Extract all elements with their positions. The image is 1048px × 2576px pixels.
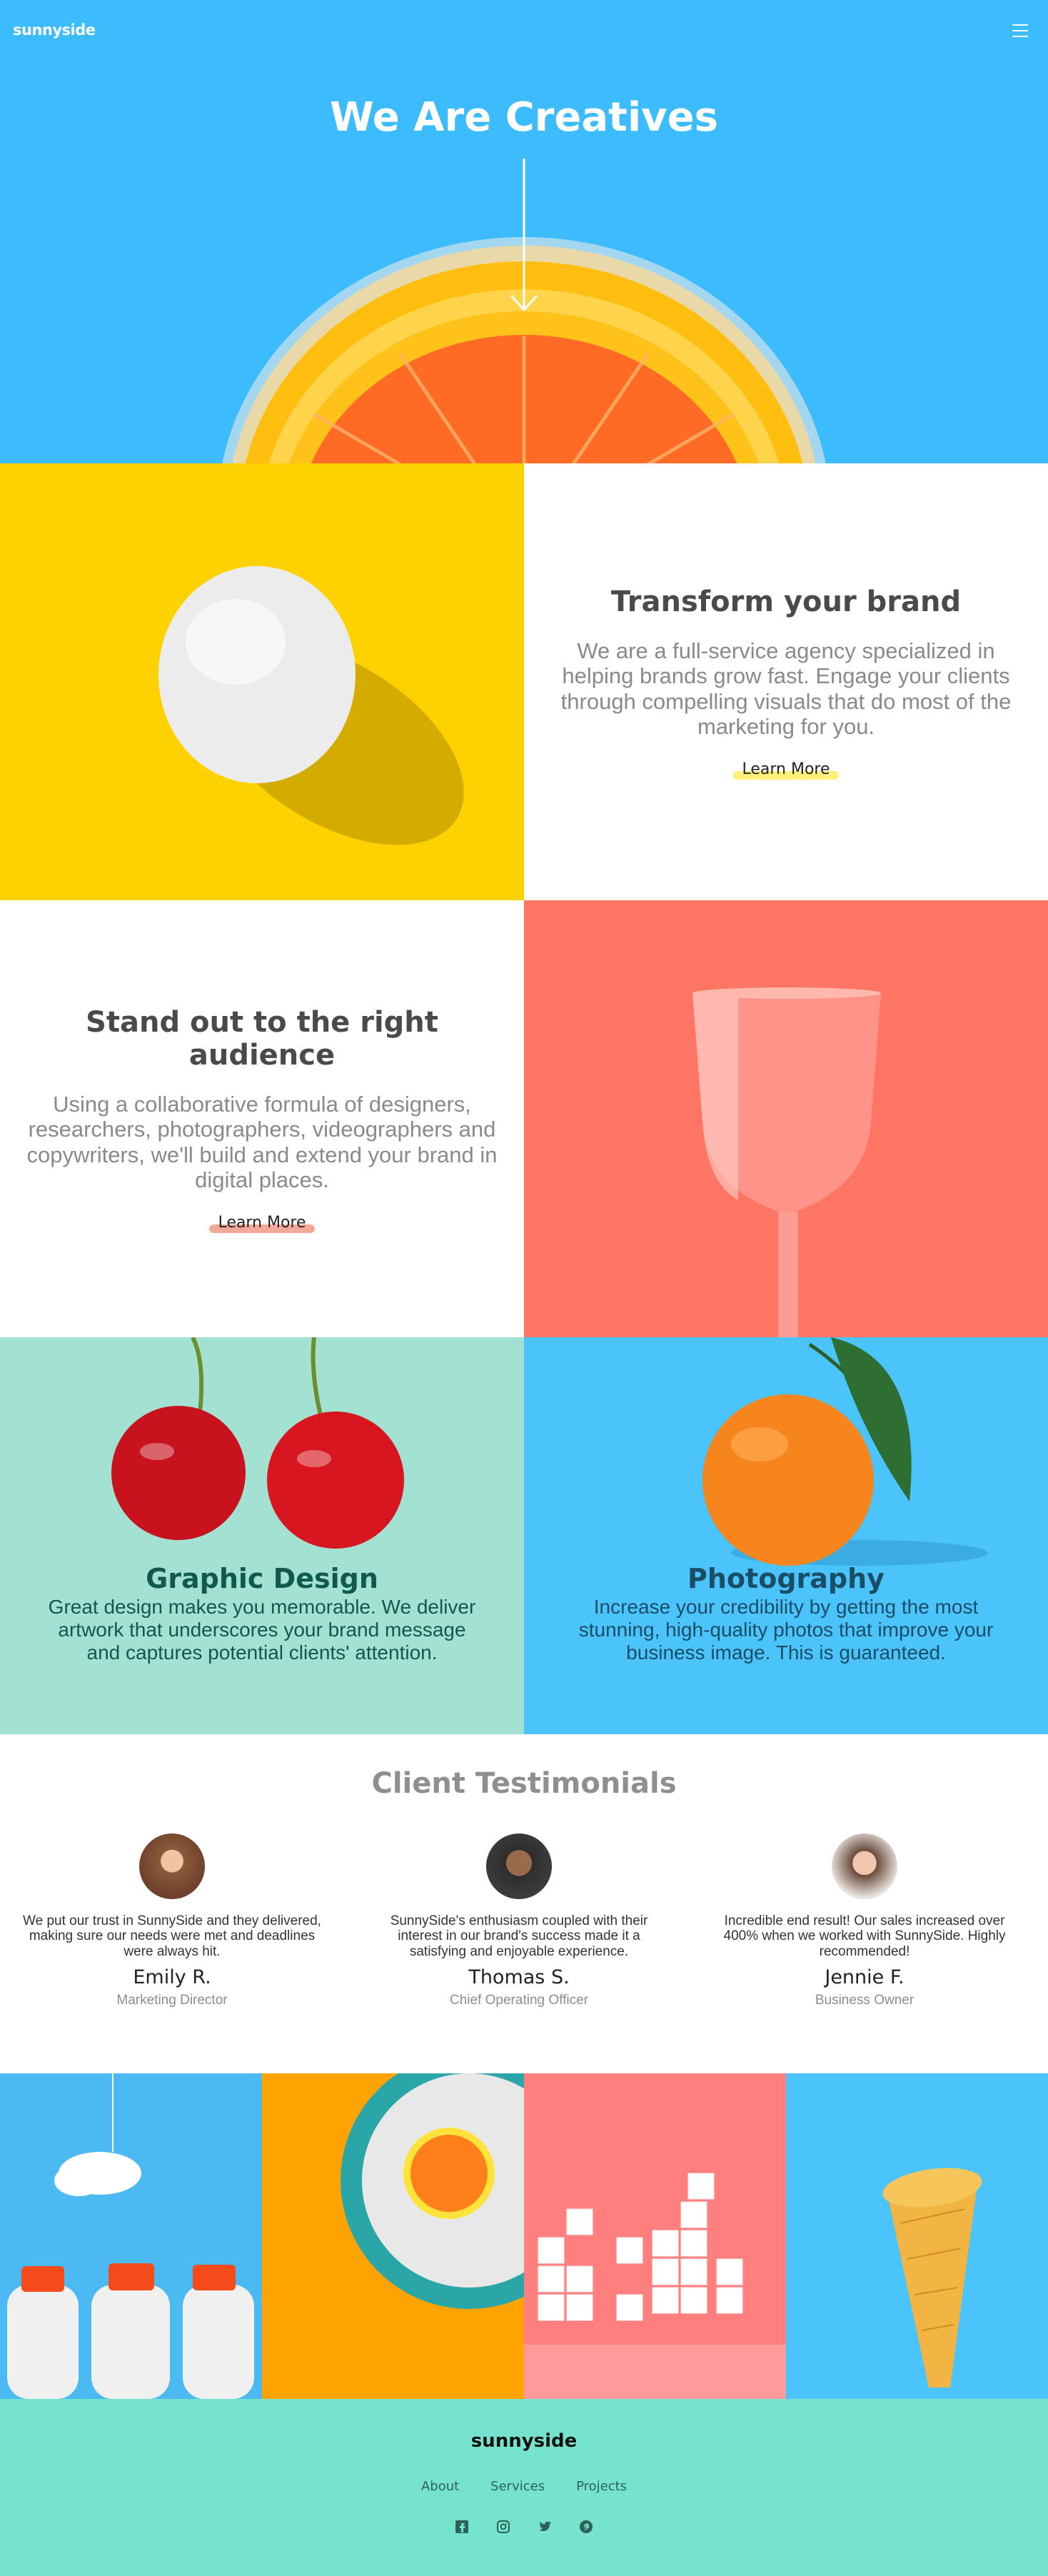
- gallery-orange-plate: [262, 2073, 524, 2399]
- testimonials-heading: Client Testimonials: [371, 1767, 677, 1800]
- facebook-icon[interactable]: [454, 2519, 470, 2535]
- twitter-icon[interactable]: [537, 2519, 553, 2535]
- learn-more-link[interactable]: Learn More: [209, 1214, 315, 1233]
- testimonial-name: Thomas S.: [468, 1966, 570, 1988]
- gallery-sugar-cubes: [524, 2073, 786, 2399]
- footer-link-services[interactable]: Services: [490, 2479, 545, 2494]
- service-text: Great design makes you memorable. We del…: [48, 1596, 476, 1664]
- testimonial-card: SunnySide's enthusiasm coupled with thei…: [366, 1833, 672, 2008]
- testimonials-section: Client Testimonials We put our trust in …: [0, 1734, 1048, 2073]
- learn-more-link[interactable]: Learn More: [733, 760, 839, 780]
- testimonial-role: Business Owner: [815, 1992, 915, 2008]
- cherries-image: [111, 1337, 404, 1549]
- hero-section: sunnyside We Are Creatives: [0, 0, 1048, 463]
- photography-panel: Photography Increase your credibility by…: [524, 1337, 1048, 1734]
- hamburger-icon[interactable]: [1012, 24, 1028, 37]
- feature-text: We are a full-service agency specialized…: [560, 638, 1012, 739]
- testimonial-quote: We put our trust in SunnySide and they d…: [23, 1913, 321, 1959]
- service-title: Graphic Design: [146, 1563, 378, 1594]
- footer-link-about[interactable]: About: [421, 2479, 459, 2494]
- footer-link-projects[interactable]: Projects: [576, 2479, 627, 2494]
- feature-title: Transform your brand: [610, 585, 962, 619]
- graphic-design-panel: Graphic Design Great design makes you me…: [0, 1337, 524, 1734]
- glass-image: [524, 900, 1048, 1337]
- testimonial-name: Jennie F.: [825, 1966, 905, 1988]
- gallery: [0, 2073, 1048, 2399]
- service-title: Photography: [687, 1563, 885, 1594]
- gallery-ice-cream-cone: [786, 2073, 1048, 2399]
- feature-title: Stand out to the right audience: [86, 1006, 438, 1072]
- instagram-icon[interactable]: [495, 2519, 511, 2535]
- services-row: Graphic Design Great design makes you me…: [0, 1337, 1048, 1734]
- feature-row-1: Transform your brand We are a full-servi…: [0, 463, 1048, 900]
- testimonial-quote: SunnySide's enthusiasm coupled with thei…: [390, 1913, 648, 1959]
- avatar: [486, 1833, 552, 1899]
- stand-out-panel: Stand out to the right audience Using a …: [0, 900, 524, 1337]
- orange-image: [702, 1337, 988, 1566]
- footer: sunnyside About Services Projects: [0, 2399, 1048, 2576]
- testimonial-quote: Incredible end result! Our sales increas…: [723, 1913, 1006, 1959]
- egg-image: [0, 463, 524, 900]
- feature-text: Using a collaborative formula of designe…: [26, 1092, 498, 1192]
- pinterest-icon[interactable]: [578, 2519, 594, 2535]
- testimonial-card: We put our trust in SunnySide and they d…: [19, 1833, 326, 2008]
- footer-nav: About Services Projects: [0, 2479, 1048, 2494]
- transform-brand-panel: Transform your brand We are a full-servi…: [524, 463, 1048, 900]
- testimonial-card: Incredible end result! Our sales increas…: [711, 1833, 1018, 2008]
- testimonial-name: Emily R.: [133, 1966, 211, 1988]
- feature-row-2: Stand out to the right audience Using a …: [0, 900, 1048, 1337]
- gallery-milk-bottles: [0, 2073, 262, 2399]
- hero-title: We Are Creatives: [330, 94, 718, 141]
- social-links: [0, 2519, 1048, 2535]
- logo[interactable]: sunnyside: [13, 21, 96, 39]
- orange-hero-image: [222, 159, 826, 463]
- avatar: [139, 1833, 205, 1899]
- service-text: Increase your credibility by getting the…: [578, 1596, 994, 1664]
- footer-logo[interactable]: sunnyside: [0, 2430, 1048, 2452]
- testimonial-role: Chief Operating Officer: [450, 1992, 588, 2008]
- avatar: [832, 1833, 897, 1899]
- testimonial-role: Marketing Director: [116, 1992, 228, 2008]
